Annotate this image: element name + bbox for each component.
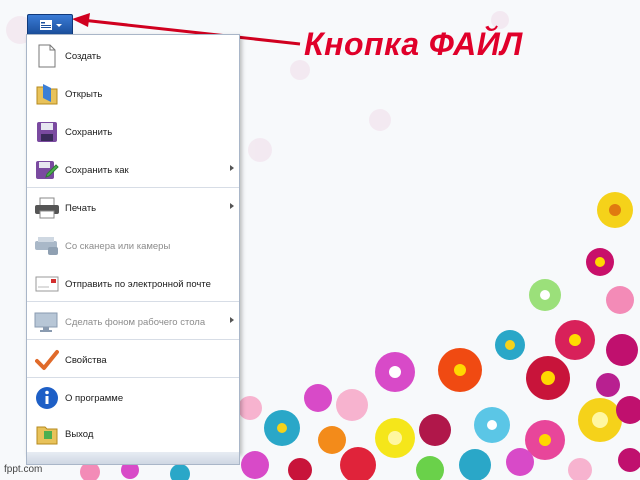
menu-item-label: Сделать фоном рабочего стола xyxy=(65,316,206,328)
submenu-arrow-icon xyxy=(230,203,234,209)
scanner-icon xyxy=(31,231,63,261)
save-disk-icon xyxy=(31,117,63,147)
menu-item-about[interactable]: О программе xyxy=(27,379,239,417)
new-document-icon xyxy=(31,41,63,71)
footer-brand: fppt.com xyxy=(4,464,43,475)
menu-item-save-as[interactable]: Сохранить как xyxy=(27,151,239,189)
submenu-arrow-icon xyxy=(230,317,234,323)
checkmark-icon xyxy=(31,345,63,375)
menu-item-new[interactable]: Создать xyxy=(27,37,239,75)
menu-item-label: Сохранить как xyxy=(65,164,129,176)
menu-item-label: Печать xyxy=(65,202,97,214)
menu-separator xyxy=(27,377,239,378)
menu-item-label: Открыть xyxy=(65,88,103,100)
submenu-arrow-icon xyxy=(230,165,234,171)
menu-item-open[interactable]: Открыть xyxy=(27,75,239,113)
menu-item-print[interactable]: Печать xyxy=(27,189,239,227)
file-menu-button[interactable] xyxy=(27,14,73,35)
menu-item-label: Сохранить xyxy=(65,126,113,138)
menu-separator xyxy=(27,339,239,340)
callout-label: Кнопка ФАЙЛ xyxy=(304,26,523,62)
menu-item-label: Свойства xyxy=(65,354,107,366)
menu-item-label: Создать xyxy=(65,50,102,62)
info-icon xyxy=(31,383,63,413)
desktop-background-icon xyxy=(31,307,63,337)
menu-item-desktop-background[interactable]: Сделать фоном рабочего стола xyxy=(27,303,239,341)
printer-icon xyxy=(31,193,63,223)
exit-icon xyxy=(31,419,63,449)
file-menu-icon xyxy=(40,19,62,30)
menu-item-label: Отправить по электронной почте xyxy=(65,278,211,290)
menu-item-label: Выход xyxy=(65,428,94,440)
save-as-icon xyxy=(31,155,63,185)
menu-separator xyxy=(27,187,239,188)
open-folder-icon xyxy=(31,79,63,109)
email-icon xyxy=(31,269,63,299)
menu-item-scanner[interactable]: Со сканера или камеры xyxy=(27,227,239,265)
menu-footer-bar xyxy=(26,452,240,465)
menu-item-label: О программе xyxy=(65,392,124,404)
menu-item-exit[interactable]: Выход xyxy=(27,415,239,453)
menu-item-properties[interactable]: Свойства xyxy=(27,341,239,379)
menu-item-label: Со сканера или камеры xyxy=(65,240,171,252)
menu-separator xyxy=(27,301,239,302)
file-menu: Создать Открыть Сохранить Сохранить как … xyxy=(26,34,240,454)
menu-item-save[interactable]: Сохранить xyxy=(27,113,239,151)
menu-item-email[interactable]: Отправить по электронной почте xyxy=(27,265,239,303)
